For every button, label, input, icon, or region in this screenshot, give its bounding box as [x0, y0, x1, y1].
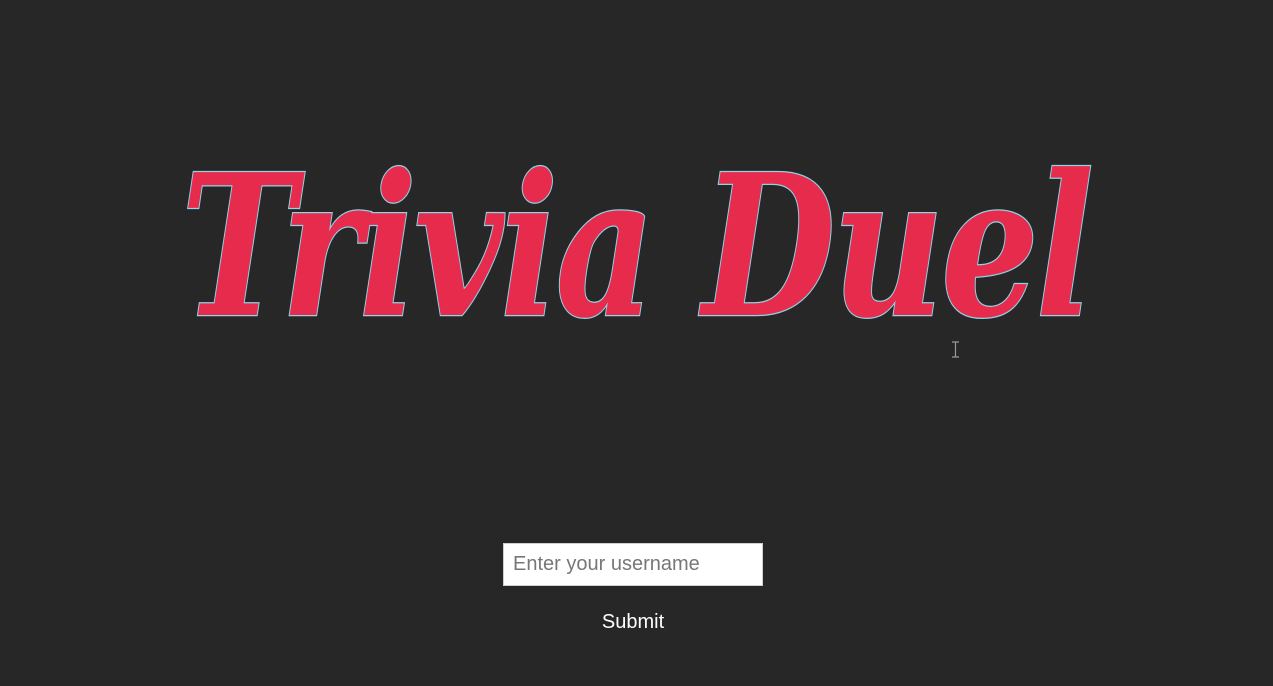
login-page: Trivia Duel Submit [0, 0, 1273, 686]
username-input[interactable] [503, 543, 763, 586]
submit-button[interactable]: Submit [583, 605, 683, 639]
text-cursor-icon [952, 341, 959, 358]
logo-title: Trivia Duel [181, 132, 1091, 362]
logo: Trivia Duel [180, 131, 1097, 364]
